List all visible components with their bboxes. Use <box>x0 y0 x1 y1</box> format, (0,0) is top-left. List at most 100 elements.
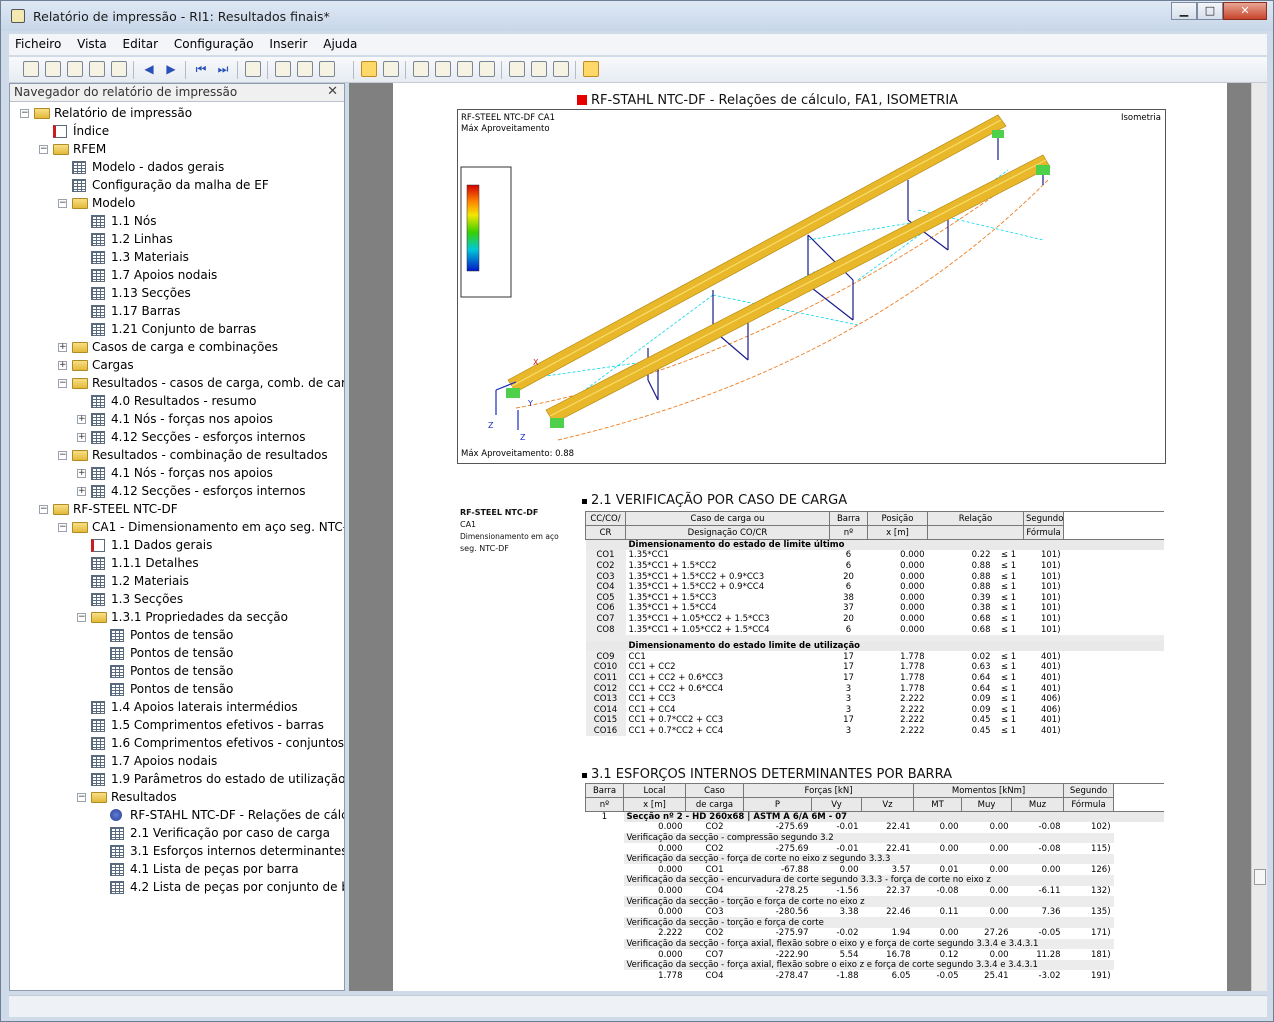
tree-item[interactable]: Pontos de tensão <box>10 662 344 680</box>
tree-item[interactable]: 1.1.1 Detalhes <box>10 554 344 572</box>
tree-item[interactable]: +4.1 Nós - forças nos apoios <box>10 410 344 428</box>
tree-item[interactable]: +4.12 Secções - esforços internos <box>10 482 344 500</box>
tree-item[interactable]: − Relatório de impressão <box>10 104 344 122</box>
first-page-icon[interactable]: ⏮ <box>193 61 209 77</box>
tree-item[interactable]: 1.2 Materiais <box>10 572 344 590</box>
tree-item[interactable]: 2.1 Verificação por caso de carga <box>10 824 344 842</box>
tree-item[interactable]: − 1.3.1 Propriedades da secção <box>10 608 344 626</box>
new-report-icon[interactable] <box>23 61 39 77</box>
collapse-icon[interactable]: − <box>77 613 86 622</box>
table-cell: 191) <box>1090 970 1111 981</box>
tree-item[interactable]: − RF-STEEL NTC-DF <box>10 500 344 518</box>
folder-icon <box>72 198 88 209</box>
tree-item[interactable]: Modelo - dados gerais <box>10 158 344 176</box>
page-two-icon[interactable] <box>435 61 451 77</box>
tree-item[interactable]: 4.0 Resultados - resumo <box>10 392 344 410</box>
previous-page-icon[interactable]: ◀ <box>141 61 157 77</box>
key-icon[interactable] <box>509 61 525 77</box>
settings-icon[interactable] <box>319 61 335 77</box>
print-icon[interactable] <box>89 61 105 77</box>
tree-item[interactable]: Pontos de tensão <box>10 644 344 662</box>
tree-item[interactable]: 1.5 Comprimentos efetivos - barras <box>10 716 344 734</box>
tree-item[interactable]: + Cargas <box>10 356 344 374</box>
expand-icon[interactable]: + <box>77 469 86 478</box>
collapse-icon[interactable]: − <box>77 793 86 802</box>
tree-item[interactable]: − Resultados - casos de carga, comb. de c… <box>10 374 344 392</box>
tree-item[interactable]: 1.4 Apoios laterais intermédios <box>10 698 344 716</box>
scrollbar-thumb[interactable] <box>1254 869 1266 885</box>
tree-item[interactable]: 1.17 Barras <box>10 302 344 320</box>
tree-item[interactable]: − CA1 - Dimensionamento em aço seg. NTC-D… <box>10 518 344 536</box>
menu-editar[interactable]: Editar <box>117 34 165 54</box>
key-two-icon[interactable] <box>531 61 547 77</box>
table-cell: 101) <box>1040 592 1061 603</box>
tree-item[interactable]: 1.6 Comprimentos efetivos - conjuntos de… <box>10 734 344 752</box>
tree-item[interactable]: 1.1 Dados gerais <box>10 536 344 554</box>
tree-item[interactable]: RF-STAHL NTC-DF - Relações de cálcul <box>10 806 344 824</box>
table-cell: 25.41 <box>984 970 1009 981</box>
help-icon[interactable] <box>583 61 599 77</box>
page-four-icon[interactable] <box>479 61 495 77</box>
tree-item[interactable]: Índice <box>10 122 344 140</box>
open-icon[interactable] <box>45 61 61 77</box>
menu-ficheiro[interactable]: Ficheiro <box>9 34 67 54</box>
expand-icon[interactable]: + <box>58 343 67 352</box>
tree-item[interactable]: 3.1 Esforços internos determinantes por <box>10 842 344 860</box>
tree-item[interactable]: Configuração da malha de EF <box>10 176 344 194</box>
menu-inserir[interactable]: Inserir <box>263 34 313 54</box>
select-tool-icon[interactable] <box>383 61 399 77</box>
menu-vista[interactable]: Vista <box>71 34 113 54</box>
hand-tool-icon[interactable] <box>361 61 377 77</box>
collapse-icon[interactable]: − <box>58 379 67 388</box>
save-icon[interactable] <box>67 61 83 77</box>
tree-item[interactable]: − Resultados - combinação de resultados <box>10 446 344 464</box>
page-setup-icon[interactable] <box>245 61 261 77</box>
vertical-scrollbar[interactable] <box>1251 83 1267 991</box>
tree-item[interactable]: 1.7 Apoios nodais <box>10 752 344 770</box>
navigator-close-icon[interactable]: ✕ <box>327 84 338 99</box>
refresh-icon[interactable] <box>111 61 127 77</box>
collapse-icon[interactable]: − <box>39 505 48 514</box>
close-button[interactable]: ✕ <box>1223 2 1267 20</box>
tree-item-label: 1.2 Materiais <box>111 574 189 588</box>
expand-icon[interactable]: + <box>58 361 67 370</box>
tree-item[interactable]: 1.1 Nós <box>10 212 344 230</box>
tree-item[interactable]: Pontos de tensão <box>10 680 344 698</box>
tree-item[interactable]: +4.1 Nós - forças nos apoios <box>10 464 344 482</box>
minimize-button[interactable]: ▁ <box>1171 2 1197 20</box>
tree-item[interactable]: − Modelo <box>10 194 344 212</box>
maximize-button[interactable]: □ <box>1197 2 1223 20</box>
tree-item[interactable]: 1.21 Conjunto de barras <box>10 320 344 338</box>
tree-item[interactable]: 1.9 Parâmetros do estado de utilização <box>10 770 344 788</box>
key-three-icon[interactable] <box>553 61 569 77</box>
tree-item[interactable]: 4.2 Lista de peças por conjunto de barra… <box>10 878 344 896</box>
last-page-icon[interactable]: ⏭ <box>215 61 231 77</box>
table-cell: 0.00 <box>989 949 1009 960</box>
collapse-icon[interactable]: − <box>58 199 67 208</box>
tree-item[interactable]: 1.2 Linhas <box>10 230 344 248</box>
tree-item[interactable]: 1.3 Materiais <box>10 248 344 266</box>
zoom-in-icon[interactable] <box>275 61 291 77</box>
tree-item[interactable]: +4.12 Secções - esforços internos <box>10 428 344 446</box>
page-icon[interactable] <box>413 61 429 77</box>
tree-item[interactable]: Pontos de tensão <box>10 626 344 644</box>
tree-item[interactable]: 1.13 Secções <box>10 284 344 302</box>
tree-item[interactable]: − RFEM <box>10 140 344 158</box>
tree-item[interactable]: + Casos de carga e combinações <box>10 338 344 356</box>
next-page-icon[interactable]: ▶ <box>163 61 179 77</box>
menu-ajuda[interactable]: Ajuda <box>317 34 363 54</box>
collapse-icon[interactable]: − <box>39 145 48 154</box>
zoom-out-icon[interactable] <box>297 61 313 77</box>
tree-item[interactable]: 1.7 Apoios nodais <box>10 266 344 284</box>
collapse-icon[interactable]: − <box>20 109 29 118</box>
menu-configuracao[interactable]: Configuração <box>168 34 260 54</box>
expand-icon[interactable]: + <box>77 433 86 442</box>
tree-item[interactable]: 1.3 Secções <box>10 590 344 608</box>
page-three-icon[interactable] <box>457 61 473 77</box>
expand-icon[interactable]: + <box>77 487 86 496</box>
collapse-icon[interactable]: − <box>58 523 67 532</box>
collapse-icon[interactable]: − <box>58 451 67 460</box>
tree-item[interactable]: − Resultados <box>10 788 344 806</box>
tree-item[interactable]: 4.1 Lista de peças por barra <box>10 860 344 878</box>
expand-icon[interactable]: + <box>77 415 86 424</box>
